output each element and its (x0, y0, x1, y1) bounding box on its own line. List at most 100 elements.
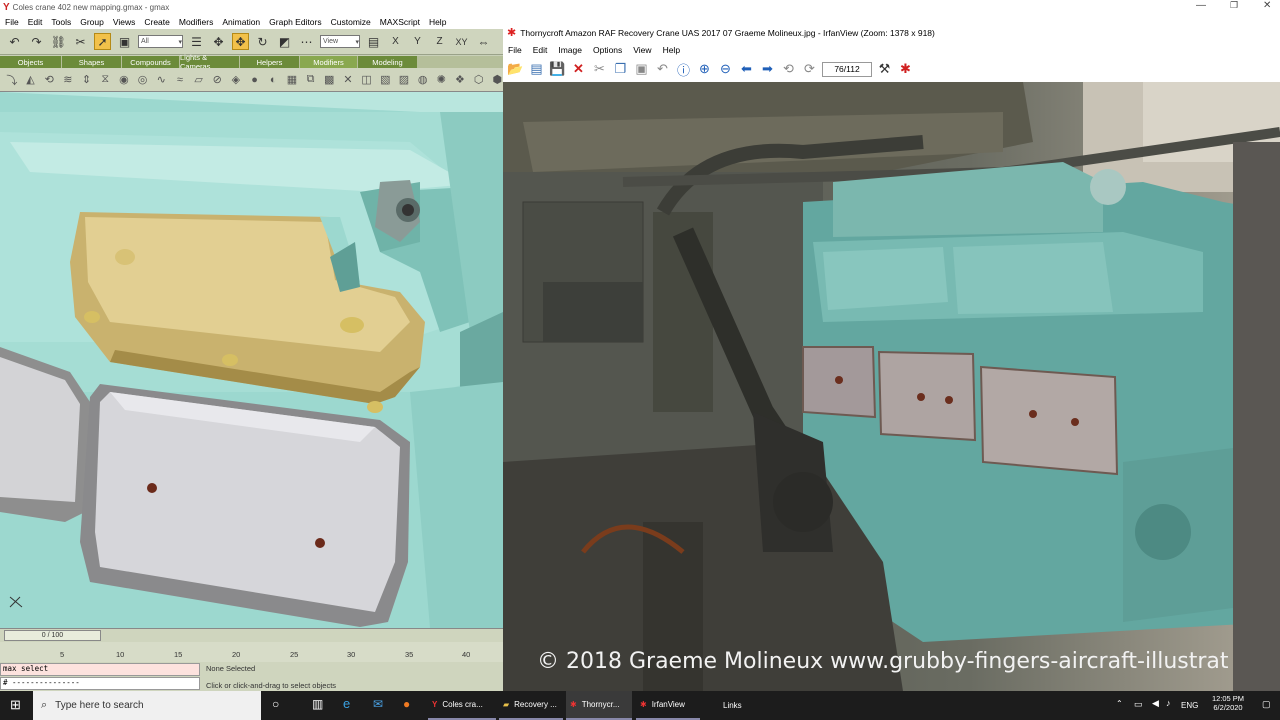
gmax-menu-tools[interactable]: Tools (51, 17, 71, 27)
twist-modifier-icon[interactable]: ⟲ (43, 73, 55, 86)
irf-menu-help[interactable]: Help (663, 45, 680, 55)
settings-tools-icon[interactable]: ⚒ (876, 61, 893, 78)
smooth-modifier-icon[interactable]: ◍ (417, 73, 429, 86)
select-rotate-icon[interactable]: ↻ (254, 33, 271, 50)
taskbar-search-box[interactable]: ⌕ Type here to search (33, 691, 261, 720)
irf-menu-options[interactable]: Options (593, 45, 622, 55)
language-indicator[interactable]: ENG (1181, 701, 1198, 710)
gmax-menu-modifiers[interactable]: Modifiers (179, 17, 213, 27)
meshsmooth-icon[interactable]: ✺ (435, 73, 447, 86)
unlink-icon[interactable]: ✂ (72, 33, 89, 50)
mail-icon[interactable]: ✉ (373, 697, 383, 711)
edit-mesh-icon[interactable]: ⬡ (473, 73, 485, 86)
tab-compounds[interactable]: Compounds (122, 56, 180, 68)
taper-modifier-icon[interactable]: ◭ (25, 73, 37, 86)
reference-coordinate-dropdown[interactable]: View ▾ (320, 35, 360, 48)
zoom-out-icon[interactable]: ⊖ (717, 61, 734, 78)
cortana-icon[interactable]: ○ (272, 697, 279, 711)
stretch-modifier-icon[interactable]: ⇕ (81, 73, 93, 86)
gmax-menu-customize[interactable]: Customize (331, 17, 371, 27)
gmax-menu-file[interactable]: File (5, 17, 19, 27)
previous-image-icon[interactable]: ⬅ (738, 61, 755, 78)
mirror-modifier-icon[interactable]: ⧉ (305, 73, 317, 86)
taskbar-clock[interactable]: 12:05 PM 6/2/2020 (1203, 694, 1253, 718)
undo-icon[interactable]: ↶ (654, 61, 671, 78)
irf-menu-view[interactable]: View (633, 45, 651, 55)
tab-modeling[interactable]: Modeling (358, 56, 418, 68)
affect-region-icon[interactable]: ◐ (267, 73, 279, 86)
taskbar-links-toolbar[interactable]: Links (723, 691, 742, 720)
link-icon[interactable]: ⛓ (50, 33, 67, 50)
irf-menu-edit[interactable]: Edit (533, 45, 548, 55)
gmax-menu-graph-editors[interactable]: Graph Editors (269, 17, 321, 27)
taskbar-app-gmax[interactable]: Y Coles cra... (428, 691, 496, 720)
redo-icon[interactable]: ↷ (28, 33, 45, 50)
snap-toggle-icon[interactable]: ⋯ (298, 33, 315, 50)
firefox-icon[interactable]: ● (403, 697, 410, 711)
taskbar-app-recovery-folder[interactable]: ▰ Recovery ... (499, 691, 563, 720)
track-bar[interactable]: 5 10 15 20 25 30 35 40 (0, 642, 503, 662)
copy-icon[interactable]: ❐ (612, 61, 629, 78)
irf-menu-image[interactable]: Image (558, 45, 582, 55)
mirror-icon[interactable]: ⇔ (475, 33, 492, 50)
optimize-modifier-icon[interactable]: ❖ (454, 73, 466, 86)
rotate-left-icon[interactable]: ⟲ (780, 61, 797, 78)
close-icon[interactable]: ✕ (1263, 0, 1271, 11)
select-move-icon[interactable]: ✥ (210, 33, 227, 50)
slideshow-icon[interactable]: ▤ (528, 61, 545, 78)
cut-icon[interactable]: ✂ (591, 61, 608, 78)
gmax-menu-help[interactable]: Help (429, 17, 446, 27)
undo-icon[interactable]: ↶ (6, 33, 23, 50)
slice-modifier-icon[interactable]: ⊘ (211, 73, 223, 86)
shell-modifier-icon[interactable]: ◈ (230, 73, 242, 86)
axis-z-button[interactable]: Z (431, 33, 448, 50)
push-modifier-icon[interactable]: ◉ (118, 73, 130, 86)
select-move-active-icon[interactable]: ✥ (232, 33, 249, 50)
preserve-modifier-icon[interactable]: ◫ (361, 73, 373, 86)
squeeze-modifier-icon[interactable]: ⧖ (99, 73, 111, 86)
taskbar-app-irfanview[interactable]: ✱ IrfanView (636, 691, 700, 720)
info-icon[interactable]: ⓘ (675, 61, 692, 78)
xform-modifier-icon[interactable]: ✕ (342, 73, 354, 86)
taskbar-app-thornycroft[interactable]: ✱ Thornycr... (566, 691, 632, 720)
uvw-map-icon[interactable]: ▧ (379, 73, 391, 86)
volume-icon[interactable]: ◀ (1152, 698, 1159, 709)
minimize-icon[interactable]: — (1196, 0, 1206, 11)
paste-icon[interactable]: ▣ (633, 61, 650, 78)
unwrap-uvw-icon[interactable]: ▨ (398, 73, 410, 86)
pivot-center-icon[interactable]: ▤ (365, 33, 382, 50)
next-image-icon[interactable]: ➡ (759, 61, 776, 78)
save-icon[interactable]: 💾 (549, 61, 566, 78)
lattice-modifier-icon[interactable]: ▦ (286, 73, 298, 86)
select-region-icon[interactable]: ▣ (116, 33, 133, 50)
gmax-menu-maxscript[interactable]: MAXScript (380, 17, 420, 27)
relax-modifier-icon[interactable]: ◎ (137, 73, 149, 86)
wave-modifier-icon[interactable]: ≈ (174, 73, 186, 86)
bend-modifier-icon[interactable]: ⤵ (6, 73, 18, 87)
irfanview-logo-icon[interactable]: ✱ (897, 61, 914, 78)
rotate-right-icon[interactable]: ⟳ (801, 61, 818, 78)
spherify-modifier-icon[interactable]: ● (249, 73, 261, 86)
tab-shapes[interactable]: Shapes (62, 56, 122, 68)
ripple-modifier-icon[interactable]: ∿ (155, 73, 167, 86)
notifications-icon[interactable]: ▢ (1262, 699, 1271, 710)
restore-icon[interactable]: ❐ (1230, 0, 1238, 11)
zoom-in-icon[interactable]: ⊕ (696, 61, 713, 78)
gmax-menu-edit[interactable]: Edit (28, 17, 43, 27)
axis-xy-button[interactable]: XY (453, 33, 470, 50)
displayed-photo[interactable]: © 2018 Graeme Molineux www.grubby-finger… (503, 82, 1280, 691)
selection-filter-dropdown[interactable]: All ▾ (138, 35, 183, 48)
show-hidden-icons-icon[interactable]: ⌃ (1116, 699, 1123, 708)
speaker-icon[interactable]: ♪ (1166, 698, 1171, 708)
skew-modifier-icon[interactable]: ▱ (193, 73, 205, 86)
gmax-menu-group[interactable]: Group (80, 17, 104, 27)
open-folder-icon[interactable]: 📂 (507, 61, 524, 78)
network-icon[interactable]: ▭ (1134, 699, 1143, 710)
gmax-menu-create[interactable]: Create (144, 17, 170, 27)
tab-objects[interactable]: Objects (0, 56, 62, 68)
select-object-icon[interactable]: ➚ (94, 33, 111, 50)
time-slider[interactable]: 0 / 100 (4, 630, 101, 641)
windows-start-icon[interactable]: ⊞ (10, 697, 21, 713)
delete-icon[interactable]: ✕ (570, 61, 587, 78)
task-view-icon[interactable]: ▥ (312, 697, 323, 711)
